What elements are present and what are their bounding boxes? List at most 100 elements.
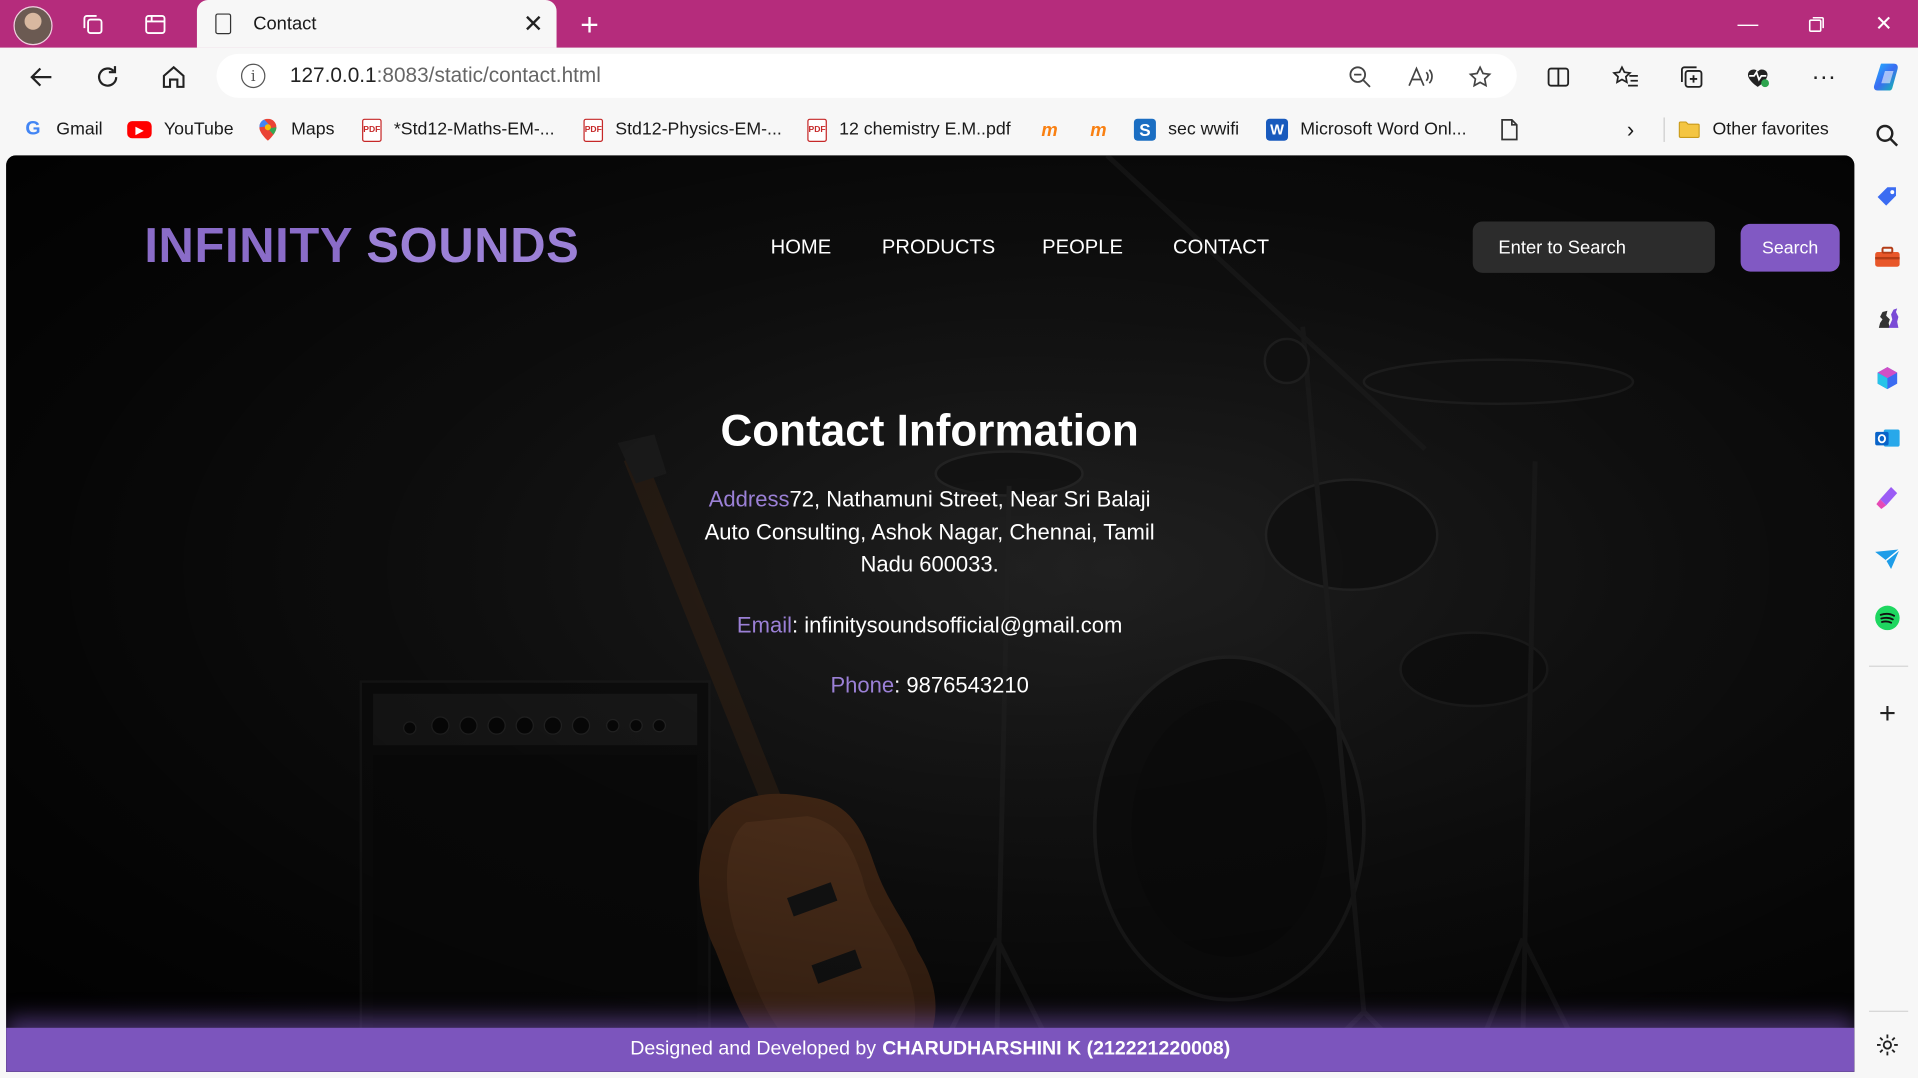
copilot-icon[interactable] (1868, 58, 1907, 97)
restore-button[interactable] (1782, 0, 1850, 48)
fav-label: sec wwifi (1168, 119, 1240, 140)
search-button[interactable]: Search (1740, 223, 1840, 272)
minimize-button[interactable]: — (1714, 0, 1782, 48)
page-icon (1498, 119, 1520, 141)
close-window-button[interactable]: ✕ (1849, 0, 1917, 48)
collections-icon[interactable] (1672, 58, 1711, 97)
logo-word-sounds: SOUNDS (366, 219, 580, 273)
phone-label: Phone (830, 672, 895, 697)
fav-moodle-2[interactable]: m (1087, 116, 1121, 143)
favorites-icon[interactable] (1606, 58, 1645, 97)
fav-youtube[interactable]: ▶ YouTube (127, 116, 234, 143)
nav-people[interactable]: PEOPLE (1042, 236, 1123, 259)
browser-toolbar: i 127.0.0.1:8083/static/contact.html ··· (0, 47, 1918, 106)
fav-moodle-1[interactable]: m (1038, 116, 1072, 143)
send-icon[interactable] (1871, 543, 1903, 575)
fav-maps[interactable]: Maps (257, 116, 335, 143)
sidebar-divider (1869, 665, 1909, 667)
fav-label: YouTube (163, 119, 234, 140)
moodle-icon: m (1041, 119, 1058, 141)
fav-sec-wwifi[interactable]: S sec wwifi (1133, 116, 1240, 143)
fav-label: 12 chemistry E.M..pdf (839, 119, 1011, 140)
site-footer: Designed and Developed by CHARUDHARSHINI… (6, 1027, 1855, 1072)
refresh-icon[interactable] (88, 58, 127, 97)
site-logo[interactable]: INFINITY SOUNDS (144, 219, 579, 274)
email-value[interactable]: infinitysoundsofficial@gmail.com (804, 612, 1122, 636)
fav-label: *Std12-Maths-EM-... (393, 119, 555, 140)
maps-icon (257, 118, 279, 141)
favorite-star-icon[interactable] (1464, 61, 1496, 93)
fav-chemistry-pdf[interactable]: PDF 12 chemistry E.M..pdf (807, 116, 1011, 143)
browser-tab-strip: Contact ✕ + — ✕ (0, 0, 1918, 48)
nav-products[interactable]: PRODUCTS (882, 236, 995, 259)
folder-icon (1678, 119, 1700, 141)
browser-essentials-icon[interactable] (1738, 58, 1777, 97)
home-icon[interactable] (154, 58, 193, 97)
profile-avatar[interactable] (13, 6, 53, 46)
fav-label: Std12-Physics-EM-... (615, 119, 782, 140)
email-label: Email (736, 612, 792, 637)
more-favorites-chevron-icon[interactable]: › (1627, 116, 1634, 143)
spotify-icon[interactable] (1871, 602, 1903, 634)
tab-title: Contact (253, 13, 317, 35)
read-aloud-icon[interactable] (1404, 61, 1436, 93)
more-menu-icon[interactable]: ··· (1804, 58, 1843, 97)
close-tab-icon[interactable]: ✕ (520, 10, 547, 38)
microsoft365-icon[interactable] (1871, 362, 1903, 394)
fav-label: Microsoft Word Onl... (1300, 119, 1467, 140)
favbar-divider (1663, 117, 1665, 142)
add-sidebar-app-icon[interactable]: + (1871, 697, 1903, 730)
web-page: INFINITY SOUNDS HOME PRODUCTS PEOPLE CON… (6, 155, 1855, 1072)
site-info-icon[interactable]: i (240, 63, 266, 89)
page-icon (215, 13, 232, 35)
sway-icon: S (1133, 118, 1156, 141)
fav-gmail[interactable]: G Gmail (22, 116, 103, 143)
back-icon[interactable] (22, 58, 61, 97)
pdf-icon: PDF (583, 118, 604, 142)
logo-word-infinity: INFINITY (144, 219, 353, 273)
fav-word-online[interactable]: W Microsoft Word Onl... (1266, 116, 1467, 143)
split-screen-icon[interactable] (1539, 58, 1578, 97)
shopping-tag-icon[interactable] (1871, 181, 1903, 213)
pdf-icon: PDF (807, 118, 827, 142)
sidebar-search-icon[interactable] (1871, 120, 1903, 152)
outlook-icon[interactable] (1871, 422, 1903, 454)
fav-label: Other favorites (1712, 119, 1829, 140)
fav-label: Gmail (56, 119, 103, 140)
tab-contact[interactable]: Contact ✕ (196, 0, 557, 48)
address-block: Address72, Nathamuni Street, Near Sri Ba… (685, 483, 1174, 580)
designer-icon[interactable] (1871, 482, 1903, 514)
edge-sidebar: + (1859, 105, 1918, 1078)
sidebar-settings-gear-icon[interactable] (1871, 1029, 1903, 1061)
email-row: Email: infinitysoundsofficial@gmail.com (736, 612, 1123, 637)
fav-maths-pdf[interactable]: PDF *Std12-Maths-EM-... (362, 116, 555, 143)
tools-briefcase-icon[interactable] (1871, 241, 1903, 273)
footer-text: Designed and Developed by (630, 1038, 877, 1060)
moodle-icon: m (1090, 119, 1107, 141)
youtube-icon: ▶ (127, 121, 152, 139)
nav-home[interactable]: HOME (771, 236, 832, 259)
fav-page[interactable] (1498, 116, 1532, 143)
phone-row: Phone: 9876543210 (830, 672, 1029, 697)
pdf-icon: PDF (362, 118, 382, 142)
word-icon: W (1266, 118, 1289, 141)
zoom-icon[interactable] (1344, 61, 1376, 93)
workspaces-icon[interactable] (73, 5, 112, 44)
footer-author: CHARUDHARSHINI K (212221220008) (882, 1038, 1231, 1060)
url-text[interactable]: 127.0.0.1:8083/static/contact.html (290, 64, 601, 88)
nav-contact[interactable]: CONTACT (1173, 236, 1269, 259)
address-bar[interactable]: i 127.0.0.1:8083/static/contact.html (216, 53, 1517, 98)
google-icon: G (25, 118, 41, 140)
page-title: Contact Information (720, 405, 1139, 456)
fav-other-favorites[interactable]: Other favorites (1678, 116, 1829, 143)
phone-value[interactable]: 9876543210 (906, 672, 1028, 696)
contact-information-section: Contact Information Address72, Nathamuni… (685, 400, 1174, 700)
search-input[interactable] (1472, 221, 1715, 273)
tab-actions-icon[interactable] (136, 5, 175, 44)
fav-physics-pdf[interactable]: PDF Std12-Physics-EM-... (583, 116, 782, 143)
favorites-bar: G Gmail ▶ YouTube Maps PDF *Std12-Maths-… (0, 105, 1860, 155)
new-tab-button[interactable]: + (571, 6, 608, 43)
games-chess-icon[interactable] (1871, 301, 1903, 333)
fav-label: Maps (291, 119, 335, 140)
sidebar-divider (1869, 1010, 1909, 1012)
